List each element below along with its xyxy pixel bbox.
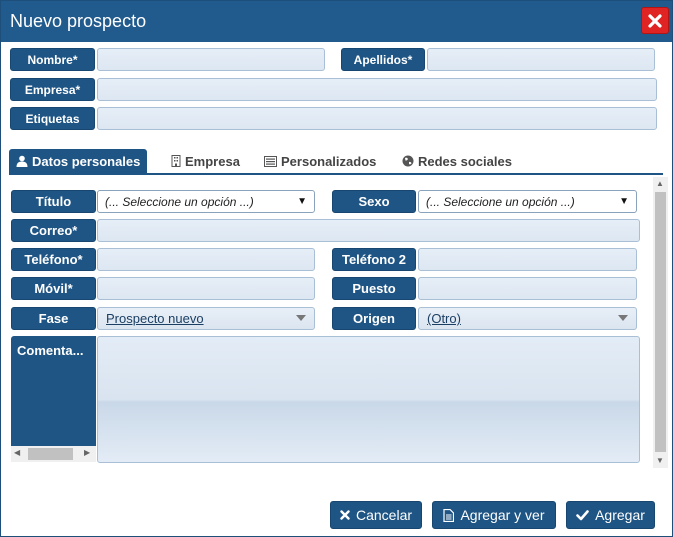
fase-select[interactable]: Prospecto nuevo bbox=[97, 307, 315, 330]
sexo-value: (... Seleccione un opción ...) bbox=[426, 194, 575, 209]
dialog-title: Nuevo prospecto bbox=[10, 11, 147, 31]
dropdown-arrow-icon: ▼ bbox=[297, 196, 307, 207]
empresa-input[interactable] bbox=[97, 78, 657, 101]
origen-value: (Otro) bbox=[427, 311, 461, 326]
add-label: Agregar bbox=[595, 507, 645, 523]
scroll-down-icon[interactable]: ▼ bbox=[656, 456, 664, 465]
nombre-input[interactable] bbox=[97, 48, 325, 71]
user-icon bbox=[16, 155, 28, 167]
label-horizontal-scrollbar[interactable]: ◀ ▶ bbox=[11, 446, 96, 462]
add-button[interactable]: Agregar bbox=[566, 501, 655, 529]
puesto-input[interactable] bbox=[418, 277, 637, 300]
tab-label: Empresa bbox=[185, 153, 240, 169]
empresa-label: Empresa* bbox=[10, 78, 95, 101]
scroll-up-icon[interactable]: ▲ bbox=[656, 179, 664, 188]
scroll-thumb[interactable] bbox=[655, 192, 666, 452]
correo-label: Correo* bbox=[11, 219, 96, 242]
fase-label: Fase bbox=[11, 307, 96, 330]
origen-select[interactable]: (Otro) bbox=[418, 307, 637, 330]
etiquetas-label: Etiquetas bbox=[10, 107, 95, 130]
apellidos-label: Apellidos* bbox=[341, 48, 425, 71]
titulo-value: (... Seleccione un opción ...) bbox=[105, 194, 254, 209]
tab-personalizados[interactable]: Personalizados bbox=[264, 149, 376, 173]
titulo-label: Título bbox=[11, 190, 96, 213]
close-icon bbox=[340, 510, 350, 520]
tab-bar: Datos personales Empresa Personalizados … bbox=[9, 149, 663, 175]
add-and-view-label: Agregar y ver bbox=[460, 507, 545, 523]
sexo-select[interactable]: (... Seleccione un opción ...) ▼ bbox=[418, 190, 637, 213]
telefono2-label: Teléfono 2 bbox=[332, 248, 416, 271]
close-button[interactable] bbox=[641, 7, 669, 34]
titulo-select[interactable]: (... Seleccione un opción ...) ▼ bbox=[97, 190, 315, 213]
movil-input[interactable] bbox=[97, 277, 315, 300]
document-icon bbox=[443, 508, 455, 522]
globe-icon bbox=[402, 155, 414, 167]
checkmark-icon bbox=[576, 509, 589, 520]
cancel-label: Cancelar bbox=[355, 507, 413, 523]
list-icon bbox=[264, 155, 277, 167]
telefono-label: Teléfono* bbox=[11, 248, 96, 271]
apellidos-input[interactable] bbox=[427, 48, 655, 71]
scroll-left-icon[interactable]: ◀ bbox=[14, 448, 20, 457]
chevron-down-icon bbox=[296, 315, 306, 321]
title-bar: Nuevo prospecto bbox=[1, 1, 672, 42]
telefono-input[interactable] bbox=[97, 248, 315, 271]
nombre-label: Nombre* bbox=[10, 48, 95, 71]
add-and-view-button[interactable]: Agregar y ver bbox=[432, 501, 556, 529]
tab-label: Datos personales bbox=[32, 153, 141, 169]
puesto-label: Puesto bbox=[332, 277, 416, 300]
correo-input[interactable] bbox=[97, 219, 640, 242]
movil-label: Móvil* bbox=[11, 277, 96, 300]
tab-empresa[interactable]: Empresa bbox=[171, 149, 240, 173]
tab-label: Personalizados bbox=[281, 153, 377, 169]
origen-label: Origen bbox=[332, 307, 416, 330]
chevron-down-icon bbox=[618, 315, 628, 321]
tab-datos-personales[interactable]: Datos personales bbox=[9, 149, 148, 173]
dropdown-arrow-icon: ▼ bbox=[619, 196, 629, 207]
telefono2-input[interactable] bbox=[418, 248, 637, 271]
comentarios-textarea[interactable] bbox=[97, 336, 640, 463]
tab-label: Redes sociales bbox=[418, 153, 512, 169]
fase-value: Prospecto nuevo bbox=[106, 311, 204, 326]
hscroll-thumb[interactable] bbox=[28, 448, 73, 460]
etiquetas-input[interactable] bbox=[97, 107, 657, 130]
vertical-scrollbar[interactable]: ▲ ▼ bbox=[653, 177, 668, 468]
tab-redes-sociales[interactable]: Redes sociales bbox=[402, 149, 512, 173]
dialog-window: Nuevo prospecto Nombre* Apellidos* Empre… bbox=[0, 0, 673, 537]
cancel-button[interactable]: Cancelar bbox=[330, 501, 422, 529]
building-icon bbox=[171, 155, 181, 167]
close-icon bbox=[648, 13, 662, 28]
sexo-label: Sexo bbox=[332, 190, 416, 213]
scroll-right-icon[interactable]: ▶ bbox=[84, 448, 90, 457]
comentarios-label: Comenta... bbox=[11, 336, 96, 446]
